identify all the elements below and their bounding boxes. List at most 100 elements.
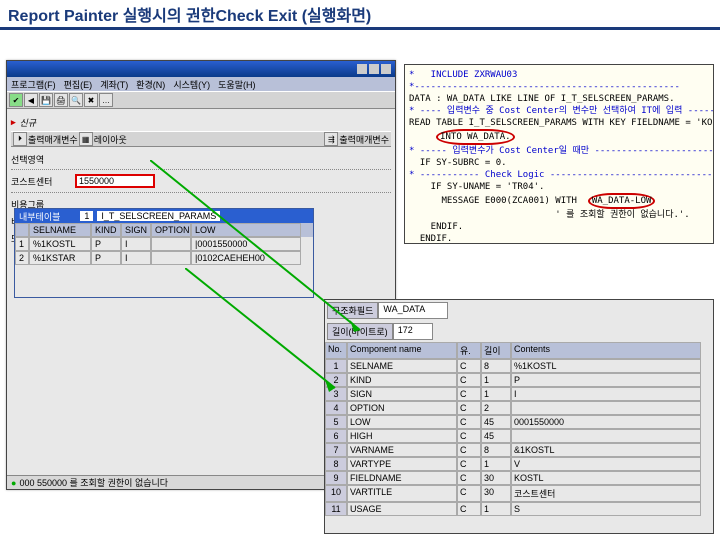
inner-grid: SELNAMEKINDSIGNOPTIONLOW1%1KOSTLPI|00015… bbox=[15, 223, 313, 265]
cell: C bbox=[457, 387, 481, 401]
code-line: READ TABLE I_T_SELSCREEN_PARAMS WITH KEY… bbox=[409, 117, 709, 129]
code-line: DATA : WA_DATA LIKE LINE OF I_T_SELSCREE… bbox=[409, 93, 709, 105]
menu-item[interactable]: 시스템(Y) bbox=[173, 78, 210, 91]
menu-item[interactable]: 도움말(H) bbox=[218, 78, 255, 91]
val-length: 172 bbox=[393, 323, 433, 340]
abap-code-pane: * INCLUDE ZXRWAU03*---------------------… bbox=[404, 64, 714, 244]
cell: %1KOSTL bbox=[511, 359, 701, 373]
cell bbox=[511, 401, 701, 415]
save-icon[interactable]: 💾 bbox=[39, 93, 53, 107]
cell: 30 bbox=[481, 471, 511, 485]
screen-title: 신규 bbox=[20, 116, 37, 129]
cell: OPTION bbox=[347, 401, 457, 415]
col-header: OPTION bbox=[151, 223, 191, 237]
cell: LOW bbox=[347, 415, 457, 429]
cell: |0102CAEHEH00 bbox=[191, 251, 301, 265]
cell: %1KSTAR bbox=[29, 251, 91, 265]
cell: C bbox=[457, 502, 481, 516]
cell: KIND bbox=[347, 373, 457, 387]
minimize-icon[interactable] bbox=[357, 64, 367, 74]
col-header bbox=[15, 223, 29, 237]
menu-bar: 프로그램(F) 편집(E) 계좌(T) 환경(N) 시스템(Y) 도움말(H) bbox=[7, 77, 395, 91]
ok-icon[interactable]: ✔ bbox=[9, 93, 23, 107]
lbl-costcenter: 코스트센터 bbox=[11, 175, 71, 188]
window-controls bbox=[357, 64, 391, 74]
layout-icon[interactable]: ▦ bbox=[79, 132, 93, 146]
cell: 4 bbox=[325, 401, 347, 415]
menu-item[interactable]: 계좌(T) bbox=[100, 78, 128, 91]
close-icon[interactable] bbox=[381, 64, 391, 74]
menu-item[interactable]: 환경(N) bbox=[136, 78, 165, 91]
cell bbox=[511, 429, 701, 443]
status-led-icon: ● bbox=[11, 478, 16, 488]
col-header: KIND bbox=[91, 223, 121, 237]
code-line: * ----- 입력변수가 Cost Center일 때만 ----------… bbox=[409, 145, 709, 157]
costcenter-input[interactable]: 1550000 bbox=[75, 174, 155, 188]
cell: 7 bbox=[325, 443, 347, 457]
code-line: * ---- 입력변수 중 Cost Center의 변수만 선택하여 IT에 … bbox=[409, 105, 709, 117]
page-title: Report Painter 실행시의 권한Check Exit (실행화면) bbox=[8, 2, 371, 26]
window-titlebar[interactable] bbox=[7, 61, 395, 77]
code-line: ' 를 조회할 권한이 없습니다.'. bbox=[409, 209, 709, 221]
find-icon[interactable]: 🔍 bbox=[69, 93, 83, 107]
cell: SIGN bbox=[347, 387, 457, 401]
component-table-window: 구조화필드 WA_DATA 길이(바이트로) 172 No.Component … bbox=[324, 299, 714, 534]
col-header: Component name bbox=[347, 342, 457, 359]
cell: |0001550000 bbox=[191, 237, 301, 251]
cell: 1 bbox=[481, 373, 511, 387]
page-title-bar: Report Painter 실행시의 권한Check Exit (실행화면) bbox=[0, 0, 720, 30]
col-header: 길이 bbox=[481, 342, 511, 359]
maximize-icon[interactable] bbox=[369, 64, 379, 74]
cell: 6 bbox=[325, 429, 347, 443]
inner-table-window: 내부테이블 1 I_T_SELSCREEN_PARAMS SELNAMEKIND… bbox=[14, 208, 314, 298]
cell: S bbox=[511, 502, 701, 516]
lbl-output: 출력매개변수 bbox=[28, 133, 78, 146]
code-line: * ----------- Check Logic --------------… bbox=[409, 169, 709, 181]
cell: 1 bbox=[481, 502, 511, 516]
cell: 8 bbox=[481, 359, 511, 373]
more-icon[interactable]: … bbox=[99, 93, 113, 107]
cell: USAGE bbox=[347, 502, 457, 516]
code-line: * INCLUDE ZXRWAU03 bbox=[409, 69, 709, 81]
menu-item[interactable]: 편집(E) bbox=[64, 78, 93, 91]
cell: &1KOSTL bbox=[511, 443, 701, 457]
cell: 8 bbox=[325, 457, 347, 471]
section-selection: 선택영역 bbox=[11, 153, 391, 166]
cell: P bbox=[91, 237, 121, 251]
mult-icon[interactable]: ⇶ bbox=[324, 132, 338, 146]
toolbar-main: ✔ ◀ 💾 🖨 🔍 ✖ … bbox=[7, 91, 395, 109]
cell: 9 bbox=[325, 471, 347, 485]
cell: 1 bbox=[15, 237, 29, 251]
lbl-struct-field: 구조화필드 bbox=[327, 302, 378, 319]
cell: 45 bbox=[481, 415, 511, 429]
col-header: SELNAME bbox=[29, 223, 91, 237]
cell: 10 bbox=[325, 485, 347, 502]
code-line: ENDIF. bbox=[409, 233, 709, 244]
col-header: Contents bbox=[511, 342, 701, 359]
cell: P bbox=[511, 373, 701, 387]
exec-icon[interactable]: ⏵ bbox=[13, 132, 27, 146]
back-icon[interactable]: ◀ bbox=[24, 93, 38, 107]
val-struct-field: WA_DATA bbox=[378, 302, 448, 319]
print-icon[interactable]: 🖨 bbox=[54, 93, 68, 107]
lbl-mult: 출력매개변수 bbox=[339, 133, 389, 146]
cell: VARNAME bbox=[347, 443, 457, 457]
code-line: *---------------------------------------… bbox=[409, 81, 709, 93]
lbl-layout: 레이아웃 bbox=[94, 133, 127, 146]
cell: C bbox=[457, 443, 481, 457]
code-line: ENDIF. bbox=[409, 221, 709, 233]
cell: P bbox=[91, 251, 121, 265]
cell: 8 bbox=[481, 443, 511, 457]
cell: C bbox=[457, 457, 481, 471]
cell: 2 bbox=[325, 373, 347, 387]
col-header: 유. bbox=[457, 342, 481, 359]
cell: V bbox=[511, 457, 701, 471]
menu-item[interactable]: 프로그램(F) bbox=[11, 78, 56, 91]
code-line: IF SY-SUBRC = 0. bbox=[409, 157, 709, 169]
cell: 1 bbox=[481, 387, 511, 401]
col-header: SIGN bbox=[121, 223, 151, 237]
exit-icon[interactable]: ✖ bbox=[84, 93, 98, 107]
cell: I bbox=[121, 237, 151, 251]
col-header: No. bbox=[325, 342, 347, 359]
col-header: LOW bbox=[191, 223, 301, 237]
